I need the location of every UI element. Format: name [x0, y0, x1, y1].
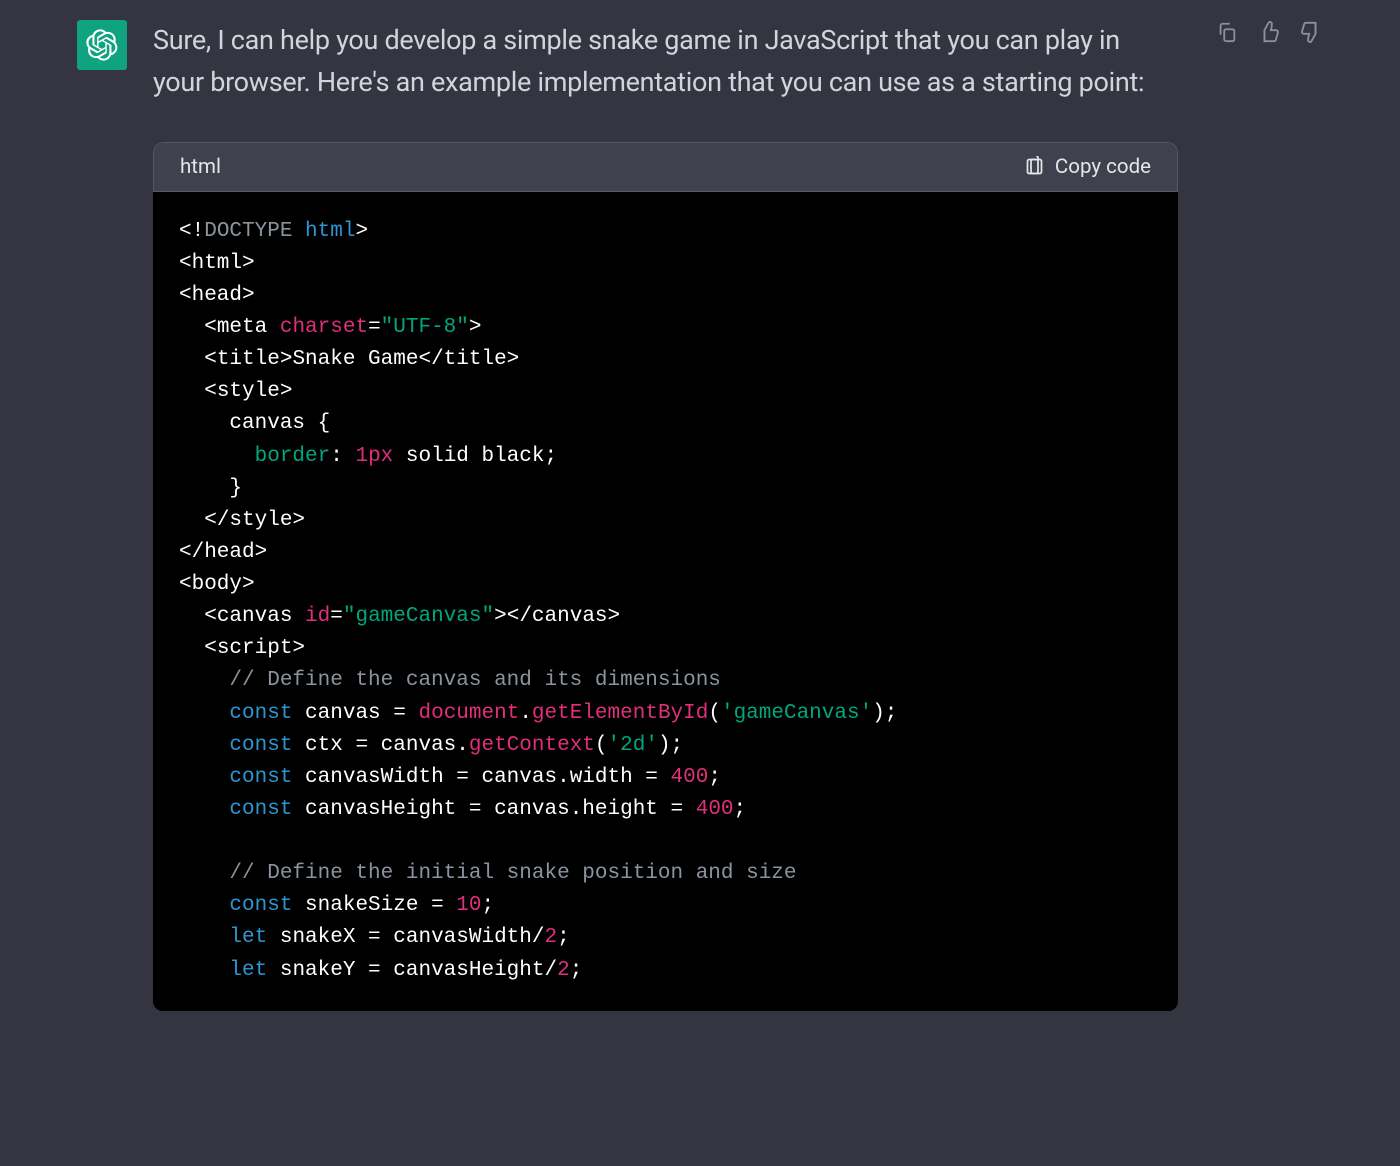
t: <meta	[204, 316, 267, 339]
assistant-message: Sure, I can help you develop a simple sn…	[0, 0, 1400, 1011]
t: );	[658, 734, 683, 757]
t: const	[229, 894, 292, 917]
t: canvasWidth = canvas.width =	[305, 766, 658, 789]
t: <body>	[179, 573, 255, 596]
t: solid black;	[406, 445, 557, 468]
t: html	[305, 220, 355, 243]
clipboard-icon	[1024, 156, 1045, 177]
t: .	[519, 702, 532, 725]
t: let	[229, 926, 267, 949]
message-actions	[1195, 20, 1323, 44]
t: snakeY = canvasHeight/	[280, 959, 557, 982]
t: <html>	[179, 252, 255, 275]
t: ;	[570, 959, 583, 982]
t: "UTF-8"	[381, 316, 469, 339]
thumbs-up-button[interactable]	[1257, 20, 1281, 44]
t: <head>	[179, 284, 255, 307]
t: ;	[734, 798, 747, 821]
t: );	[872, 702, 897, 725]
t: 10	[456, 894, 481, 917]
t: 400	[696, 798, 734, 821]
code-content: <!DOCTYPE html> <html> <head> <meta char…	[153, 192, 1178, 1011]
t: <style>	[204, 380, 292, 403]
t: }	[229, 477, 242, 500]
t: ;	[708, 766, 721, 789]
t: :	[330, 445, 343, 468]
t: <title>	[204, 348, 292, 371]
t: >	[355, 220, 368, 243]
t: // Define the initial snake position and…	[229, 862, 796, 885]
t: </style>	[204, 509, 305, 532]
t: =	[330, 605, 343, 628]
t: '2d'	[608, 734, 658, 757]
t: id	[305, 605, 330, 628]
t: "gameCanvas"	[343, 605, 494, 628]
t: DOCTYPE	[204, 220, 292, 243]
t: ;	[557, 926, 570, 949]
t: <!	[179, 220, 204, 243]
response-text: Sure, I can help you develop a simple sn…	[153, 20, 1169, 104]
t: border	[255, 445, 331, 468]
t: <canvas	[204, 605, 292, 628]
t: let	[229, 959, 267, 982]
t: snakeSize =	[305, 894, 444, 917]
t: (	[708, 702, 721, 725]
t: document	[418, 702, 519, 725]
t: ;	[482, 894, 495, 917]
t: 2	[557, 959, 570, 982]
thumbs-down-icon	[1300, 21, 1322, 43]
t: const	[229, 702, 292, 725]
t: </title>	[418, 348, 519, 371]
t: <script>	[204, 637, 305, 660]
t: canvas =	[305, 702, 406, 725]
t: // Define the canvas and its dimensions	[229, 669, 720, 692]
t: charset	[280, 316, 368, 339]
assistant-avatar	[77, 20, 127, 70]
t: 'gameCanvas'	[721, 702, 872, 725]
t: canvasHeight = canvas.height =	[305, 798, 683, 821]
t: const	[229, 766, 292, 789]
code-language-label: html	[180, 155, 221, 179]
copy-code-button[interactable]: Copy code	[1024, 155, 1151, 179]
t: >	[494, 605, 507, 628]
t: Snake Game	[292, 348, 418, 371]
t: >	[469, 316, 482, 339]
code-block: html Copy code <!DOCTYPE html> <html> <h…	[153, 142, 1178, 1011]
t: 1px	[355, 445, 393, 468]
t: ctx = canvas.	[305, 734, 469, 757]
t: getContext	[469, 734, 595, 757]
clipboard-icon	[1216, 21, 1238, 43]
t: 400	[671, 766, 709, 789]
t: snakeX = canvasWidth/	[280, 926, 545, 949]
code-header: html Copy code	[153, 142, 1178, 192]
thumbs-up-icon	[1258, 21, 1280, 43]
message-body: Sure, I can help you develop a simple sn…	[153, 20, 1169, 1011]
t: =	[368, 316, 381, 339]
t: </head>	[179, 541, 267, 564]
copy-code-label: Copy code	[1055, 155, 1151, 179]
t: const	[229, 798, 292, 821]
t: getElementById	[532, 702, 708, 725]
thumbs-down-button[interactable]	[1299, 20, 1323, 44]
openai-logo-icon	[86, 29, 118, 61]
t: (	[595, 734, 608, 757]
t: 2	[545, 926, 558, 949]
t: </canvas>	[507, 605, 620, 628]
copy-message-button[interactable]	[1215, 20, 1239, 44]
t: canvas {	[229, 412, 330, 435]
t: const	[229, 734, 292, 757]
